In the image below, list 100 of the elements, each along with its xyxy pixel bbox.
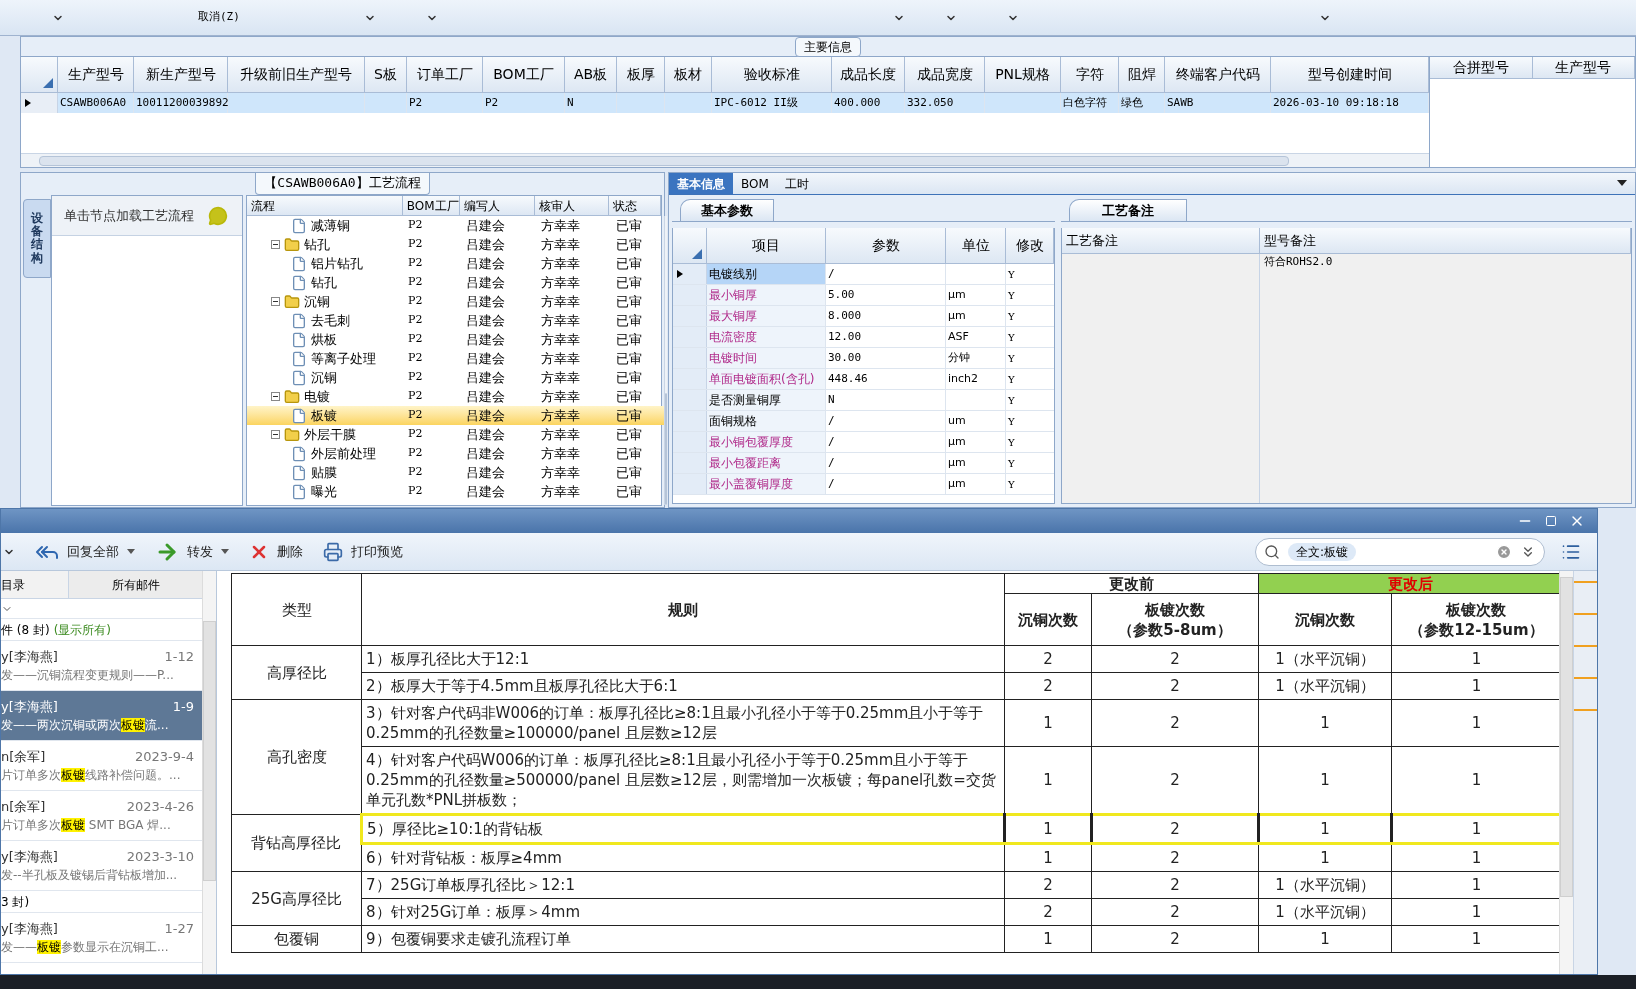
column-header[interactable]: 合拼型号 bbox=[1430, 57, 1533, 79]
tab[interactable]: BOM bbox=[733, 173, 777, 194]
tree-row[interactable]: 电镀 P2 吕建会 方幸幸 已审 bbox=[247, 387, 664, 406]
collapse-icon[interactable] bbox=[271, 430, 280, 439]
vertical-scrollbar[interactable] bbox=[1559, 571, 1573, 974]
table-cell-text: 已审 bbox=[615, 235, 643, 254]
tree-row[interactable]: 铝片钻孔 P2 吕建会 方幸幸 已审 bbox=[247, 254, 664, 273]
tab[interactable]: 基本信息 bbox=[669, 173, 733, 194]
type-cell: 25G高厚径比 bbox=[251, 889, 342, 908]
mail-item[interactable]: y[李海燕] 1-9 发——两次沉铜或两次板镀流... bbox=[1, 691, 202, 741]
column-header[interactable]: 验收标准 bbox=[712, 57, 832, 93]
table-cell: / bbox=[826, 411, 946, 431]
column-header[interactable]: 生产型号 bbox=[58, 57, 134, 93]
table-cell: / bbox=[826, 474, 946, 494]
tree-row[interactable]: 沉铜 P2 吕建会 方幸幸 已审 bbox=[247, 292, 664, 311]
column-header[interactable]: 终端客户代码 bbox=[1165, 57, 1271, 93]
column-header[interactable]: 板材 bbox=[665, 57, 712, 93]
tree-row[interactable]: 等离子处理 P2 吕建会 方幸幸 已审 bbox=[247, 349, 664, 368]
column-header[interactable]: 成品长度 bbox=[832, 57, 905, 93]
tree-row[interactable]: 曝光 P2 吕建会 方幸幸 已审 bbox=[247, 482, 664, 501]
cancel-button[interactable]: 取消(Z) bbox=[194, 9, 244, 26]
column-header[interactable]: BOM工厂 bbox=[483, 57, 565, 93]
table-cell-text: 方幸幸 bbox=[540, 254, 581, 273]
tree-row[interactable]: 钻孔 P2 吕建会 方幸幸 已审 bbox=[247, 273, 664, 292]
column-header[interactable]: 项目 bbox=[707, 228, 826, 264]
table-cell-text: μm bbox=[948, 433, 966, 450]
tree-row[interactable]: 钻孔 P2 吕建会 方幸幸 已审 bbox=[247, 235, 664, 254]
table-cell-text: 绿色 bbox=[1121, 94, 1143, 111]
column-header[interactable]: 型号创建时间 bbox=[1271, 57, 1429, 93]
column-header[interactable]: 订单工厂 bbox=[407, 57, 483, 93]
vertical-scrollbar[interactable] bbox=[664, 216, 667, 505]
show-all-link[interactable]: (显示所有) bbox=[53, 620, 111, 639]
column-header[interactable]: 成品宽度 bbox=[905, 57, 985, 93]
table-cell-text: P2 bbox=[407, 255, 424, 272]
folder-tab[interactable]: 所有邮件 bbox=[69, 571, 202, 598]
column-header[interactable]: 参数 bbox=[826, 228, 946, 264]
toolbar-button[interactable]: 删除 bbox=[249, 541, 303, 562]
column-header[interactable]: 板厚 bbox=[617, 57, 665, 93]
tree-row[interactable]: 减薄铜 P2 吕建会 方幸幸 已审 bbox=[247, 216, 664, 235]
maximize-icon[interactable] bbox=[1545, 515, 1557, 527]
column-header[interactable]: BOM工厂 bbox=[402, 196, 461, 216]
table-cell-text: 白色字符 bbox=[1063, 94, 1107, 111]
tree-row[interactable]: 外层干膜 P2 吕建会 方幸幸 已审 bbox=[247, 425, 664, 444]
column-header[interactable]: 核审人 bbox=[534, 196, 610, 216]
column-header[interactable]: 型号备注 bbox=[1260, 228, 1631, 254]
mail-sender: y[李海燕] bbox=[1, 697, 58, 716]
table-cell: 12.00 bbox=[826, 327, 946, 347]
search-field[interactable]: 全文:板镀 bbox=[1255, 537, 1545, 566]
vertical-scrollbar[interactable] bbox=[202, 571, 216, 974]
toolbar-button[interactable]: 回复全部 bbox=[35, 539, 135, 564]
dropdown-icon[interactable] bbox=[1617, 180, 1627, 186]
tree-row[interactable]: 外层前处理 P2 吕建会 方幸幸 已审 bbox=[247, 444, 664, 463]
collapse-icon[interactable] bbox=[271, 392, 280, 401]
file-icon bbox=[291, 350, 307, 367]
table-cell-text: 已审 bbox=[615, 273, 643, 292]
tree-label: 外层干膜 bbox=[304, 425, 356, 444]
column-header[interactable]: 新生产型号 bbox=[134, 57, 228, 93]
column-header[interactable]: PNL规格 bbox=[985, 57, 1061, 93]
table-cell: 2 bbox=[1170, 771, 1180, 789]
column-header[interactable]: AB板 bbox=[565, 57, 617, 93]
column-header[interactable]: 升级前旧生产型号 bbox=[228, 57, 365, 93]
table-cell-text: 方幸幸 bbox=[540, 235, 581, 254]
column-header[interactable]: 生产型号 bbox=[1532, 57, 1635, 79]
column-header[interactable]: 字符 bbox=[1061, 57, 1119, 93]
table-cell-text: 吕建会 bbox=[465, 425, 506, 444]
column-header[interactable]: S板 bbox=[365, 57, 407, 93]
column-header[interactable]: 工艺备注 bbox=[1062, 228, 1260, 254]
tree-row[interactable]: 板镀 P2 吕建会 方幸幸 已审 bbox=[247, 406, 664, 425]
column-header: 沉铜次数 bbox=[1295, 609, 1355, 630]
tree-row[interactable]: 沉铜 P2 吕建会 方幸幸 已审 bbox=[247, 368, 664, 387]
column-header[interactable]: 状态 bbox=[609, 196, 661, 216]
column-header[interactable]: 阻焊 bbox=[1119, 57, 1165, 93]
table-cell-text: CSAWB006A0 bbox=[60, 94, 127, 111]
row-header[interactable] bbox=[673, 264, 707, 284]
table-row[interactable]: CSAWB006A0 10011200039892 P2 P2 N IPC-6012 II级 400.000 332.050 白色字符 绿色 SAWB 2026-03-10 09:18:18 bbox=[21, 93, 1429, 113]
tree-row[interactable]: 去毛刺 P2 吕建会 方幸幸 已审 bbox=[247, 311, 664, 330]
tree-label: 沉铜 bbox=[311, 368, 337, 387]
tree-row[interactable]: 贴膜 P2 吕建会 方幸幸 已审 bbox=[247, 463, 664, 482]
sub-tab[interactable]: 基本参数 bbox=[680, 199, 774, 221]
folder-tab[interactable]: 目录 bbox=[1, 571, 69, 598]
collapse-icon[interactable] bbox=[271, 297, 280, 306]
table-cell-text: 方幸幸 bbox=[540, 406, 581, 425]
sub-tab[interactable]: 工艺备注 bbox=[1069, 199, 1187, 221]
column-header[interactable]: 单位 bbox=[946, 228, 1006, 264]
type-cell: 高厚径比 bbox=[266, 663, 327, 682]
column-header[interactable]: 编写人 bbox=[460, 196, 535, 216]
side-tab[interactable]: 设备结构 bbox=[23, 199, 51, 278]
column-header[interactable]: 流程 bbox=[247, 196, 403, 216]
table-cell-text: 吕建会 bbox=[465, 311, 506, 330]
toolbar-button[interactable]: 转发 bbox=[155, 539, 229, 564]
file-icon bbox=[291, 312, 307, 329]
horizontal-scrollbar[interactable] bbox=[21, 153, 1429, 167]
tree-row[interactable]: 烘板 P2 吕建会 方幸幸 已审 bbox=[247, 330, 664, 349]
toolbar-button[interactable]: 打印预览 bbox=[323, 541, 403, 562]
table-cell-text: 吕建会 bbox=[465, 254, 506, 273]
tab[interactable]: 工时 bbox=[776, 173, 817, 194]
collapse-icon[interactable] bbox=[271, 240, 280, 249]
column-header[interactable]: 修改 bbox=[1006, 228, 1054, 264]
clear-icon[interactable] bbox=[1496, 543, 1512, 560]
section-title: 主要信息 bbox=[795, 37, 861, 57]
